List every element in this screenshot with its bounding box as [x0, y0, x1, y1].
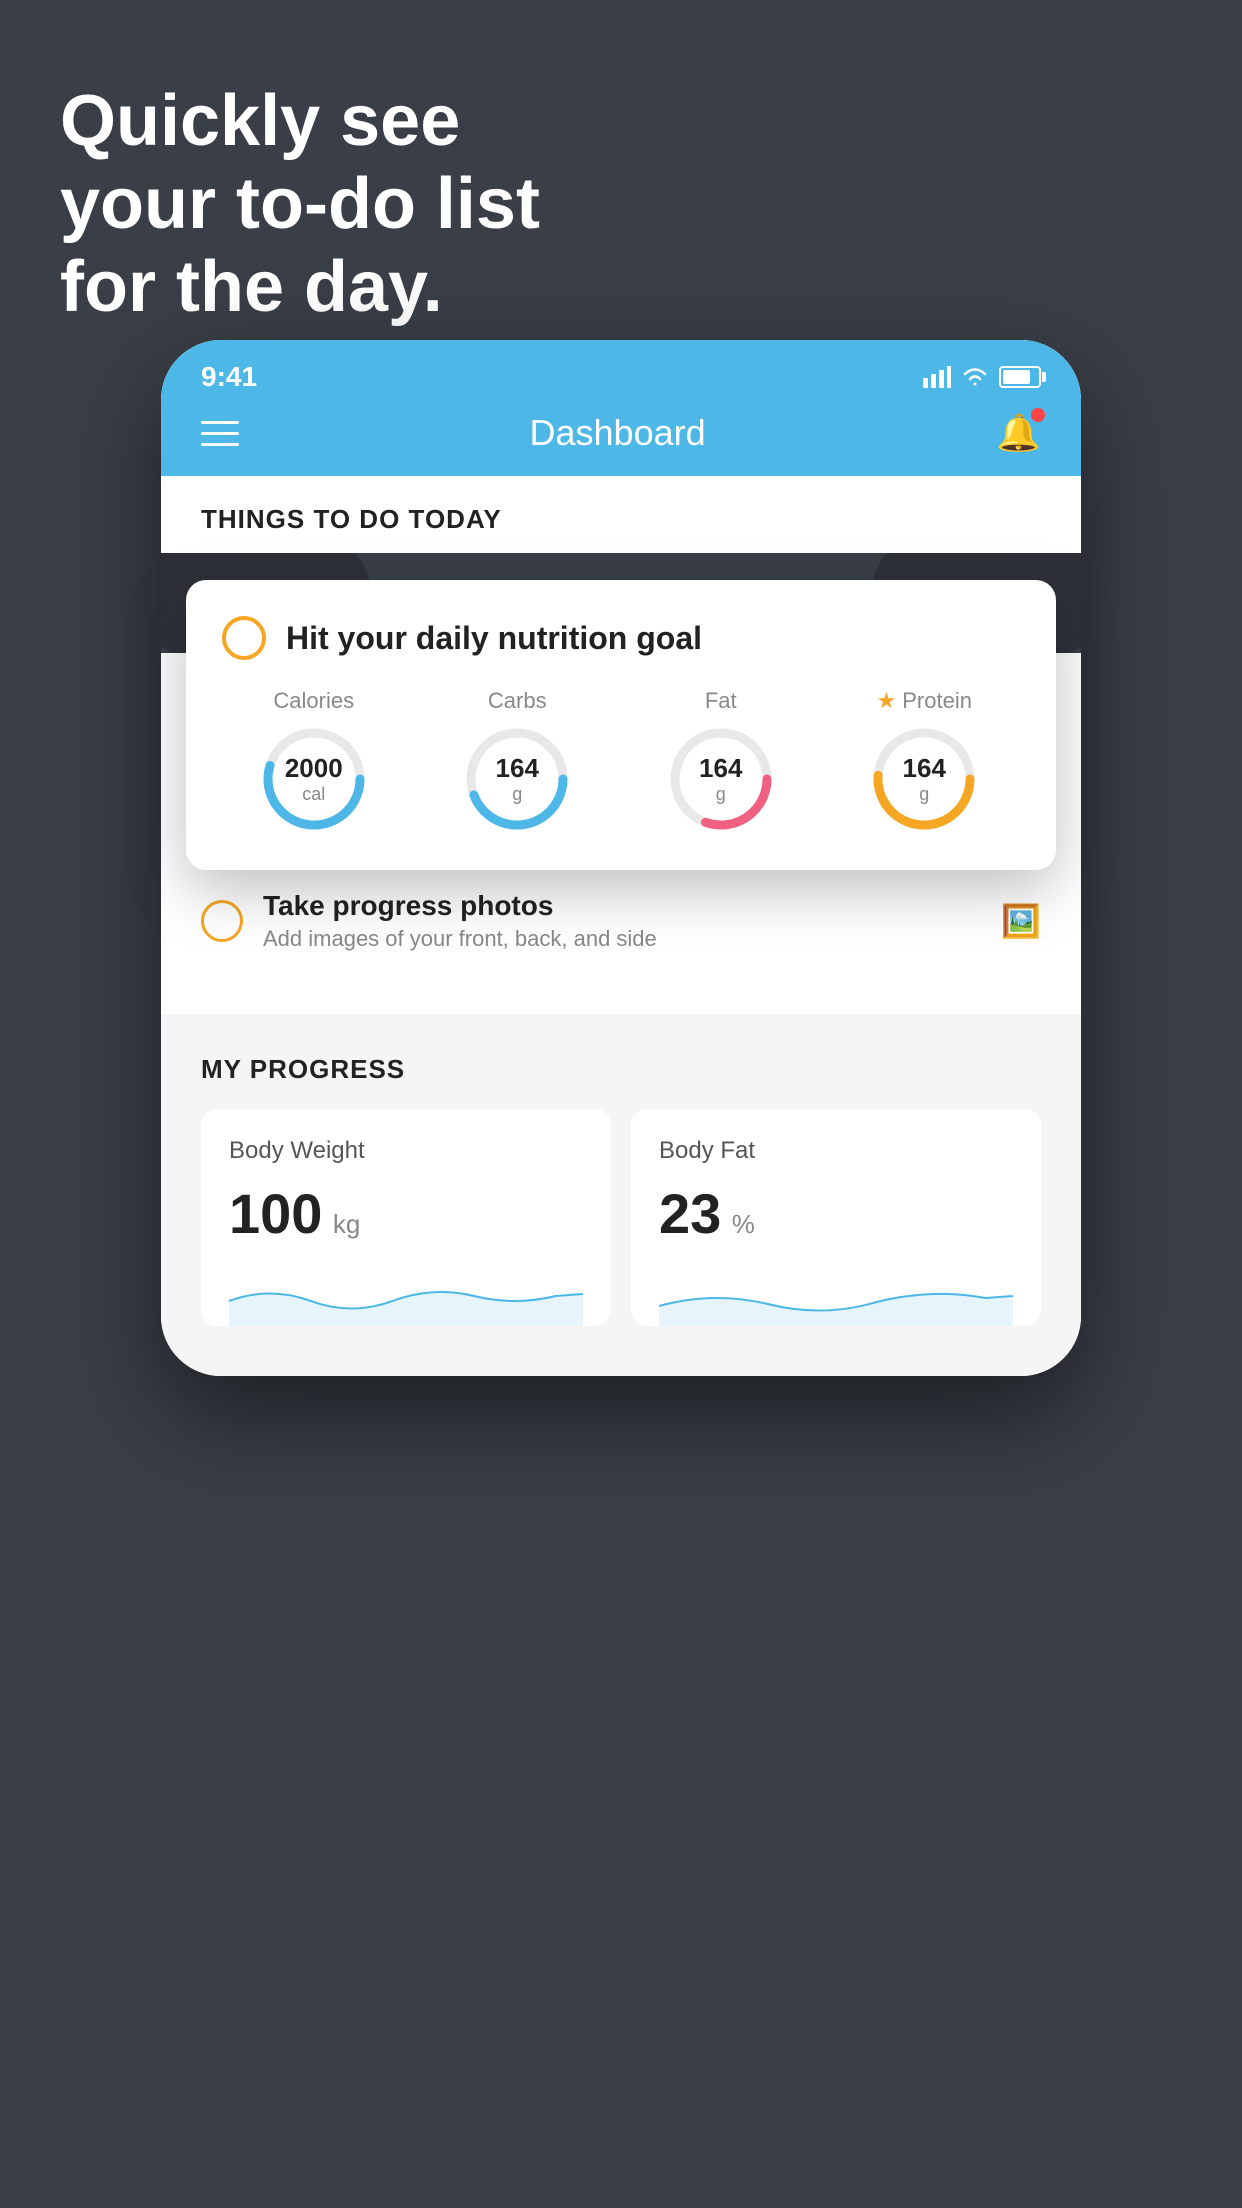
battery-icon	[999, 366, 1041, 388]
nutrition-item-protein: ★ Protein 164 g	[869, 688, 979, 834]
body-fat-value-row: 23 %	[659, 1181, 1013, 1246]
protein-star-label: ★ Protein	[877, 688, 972, 714]
status-time: 9:41	[201, 361, 257, 393]
section-header: THINGS TO DO TODAY	[161, 476, 1081, 553]
body-fat-label: Body Fat	[659, 1137, 1013, 1165]
carbs-label: Carbs	[488, 688, 547, 714]
protein-value: 164	[903, 753, 946, 784]
hero-text: Quickly see your to-do list for the day.	[60, 80, 540, 328]
body-fat-unit: %	[732, 1209, 755, 1239]
calories-label: Calories	[273, 688, 354, 714]
fat-label: Fat	[705, 688, 737, 714]
body-weight-card[interactable]: Body Weight 100 kg	[201, 1109, 611, 1326]
progress-heading: MY PROGRESS	[201, 1054, 1041, 1085]
progress-section: MY PROGRESS Body Weight 100 kg	[161, 1014, 1081, 1326]
hero-line1: Quickly see	[60, 80, 540, 163]
signal-icon	[923, 366, 951, 388]
carbs-value: 164	[496, 753, 539, 784]
carbs-circle: 164 g	[462, 724, 572, 834]
fat-unit: g	[716, 784, 726, 804]
protein-circle: 164 g	[869, 724, 979, 834]
hero-line3: for the day.	[60, 246, 540, 329]
status-icons	[923, 366, 1041, 388]
calories-circle: 2000 cal	[259, 724, 369, 834]
spacer	[161, 974, 1081, 1014]
protein-unit: g	[919, 784, 929, 804]
hamburger-menu-icon[interactable]	[201, 421, 239, 446]
carbs-unit: g	[512, 784, 522, 804]
body-weight-label: Body Weight	[229, 1137, 583, 1165]
body-fat-card[interactable]: Body Fat 23 %	[631, 1109, 1041, 1326]
body-weight-chart	[229, 1266, 583, 1326]
fat-circle: 164 g	[666, 724, 776, 834]
body-weight-unit: kg	[333, 1209, 360, 1239]
hero-line2: your to-do list	[60, 163, 540, 246]
body-weight-value: 100	[229, 1182, 322, 1245]
calories-value: 2000	[285, 753, 343, 784]
wifi-icon	[961, 366, 989, 388]
app-header: Dashboard 🔔	[161, 400, 1081, 476]
nutrition-item-fat: Fat 164 g	[666, 688, 776, 834]
todo-title-progress-photos: Take progress photos	[263, 890, 981, 922]
person-photo-icon: 🖼️	[1001, 902, 1041, 940]
nutrition-circle-indicator	[222, 616, 266, 660]
calories-unit: cal	[302, 784, 325, 804]
body-fat-value: 23	[659, 1182, 721, 1245]
body-weight-value-row: 100 kg	[229, 1181, 583, 1246]
nutrition-card: Hit your daily nutrition goal Calories 2…	[186, 580, 1056, 870]
todo-circle-progress-photos	[201, 900, 243, 942]
card-title-row: Hit your daily nutrition goal	[222, 616, 1016, 660]
notification-dot	[1031, 408, 1045, 422]
header-title: Dashboard	[530, 412, 706, 454]
fat-value: 164	[699, 753, 742, 784]
status-bar: 9:41	[161, 340, 1081, 400]
todo-subtitle-progress-photos: Add images of your front, back, and side	[263, 926, 981, 952]
nutrition-item-calories: Calories 2000 cal	[259, 688, 369, 834]
progress-cards: Body Weight 100 kg Bod	[201, 1109, 1041, 1326]
body-fat-chart	[659, 1266, 1013, 1326]
todo-item-progress-photos[interactable]: Take progress photos Add images of your …	[201, 867, 1041, 974]
protein-label: Protein	[902, 688, 972, 714]
nutrition-item-carbs: Carbs 164 g	[462, 688, 572, 834]
bottom-spacer	[161, 1326, 1081, 1376]
star-icon: ★	[877, 688, 897, 714]
nutrition-row: Calories 2000 cal Carbs	[222, 688, 1016, 834]
todo-text-progress-photos: Take progress photos Add images of your …	[263, 890, 981, 952]
nutrition-card-title: Hit your daily nutrition goal	[286, 620, 702, 657]
things-today-heading: THINGS TO DO TODAY	[201, 504, 1041, 535]
notification-bell-button[interactable]: 🔔	[996, 412, 1041, 454]
